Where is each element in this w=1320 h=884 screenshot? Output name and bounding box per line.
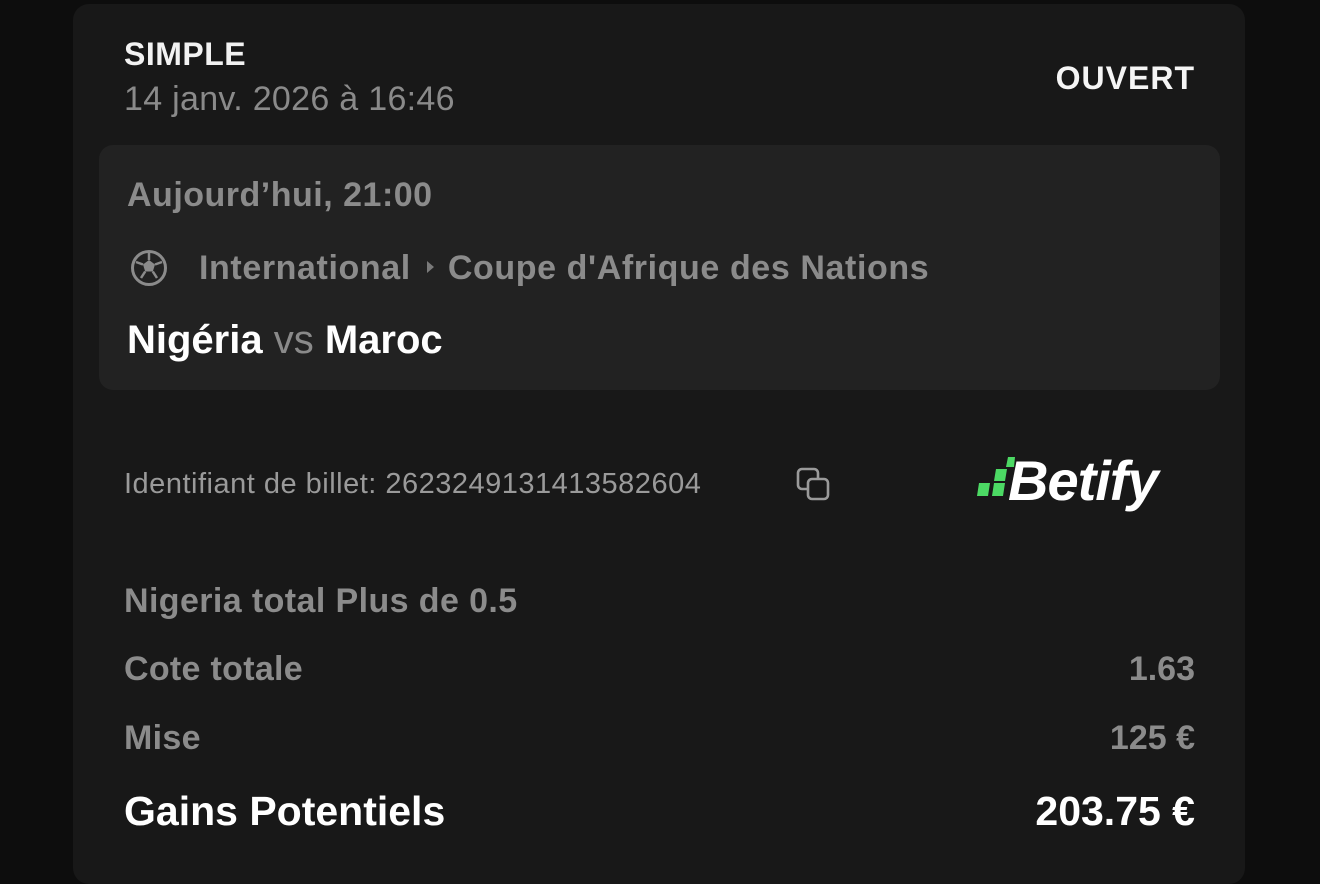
bet-type-label: SIMPLE bbox=[124, 36, 247, 72]
ticket-id: Identifiant de billet: 26232491314135826… bbox=[124, 468, 702, 500]
bet-slip-card bbox=[73, 4, 1245, 884]
copy-icon[interactable] bbox=[796, 467, 832, 503]
bet-placed-date: 14 janv. 2026 à 16:46 bbox=[124, 80, 455, 118]
event-breadcrumb: International Coupe d'Afrique des Nations bbox=[199, 249, 929, 288]
stake-value: 125 € bbox=[1109, 719, 1195, 757]
betify-logo-text: Betify bbox=[1008, 449, 1159, 512]
stake-label: Mise bbox=[124, 719, 201, 757]
odds-label: Cote totale bbox=[124, 650, 303, 688]
potential-winnings-label: Gains Potentiels bbox=[124, 788, 446, 834]
vs-separator: vs bbox=[273, 318, 314, 362]
bet-status-badge: OUVERT bbox=[1055, 60, 1195, 96]
soccer-ball-icon bbox=[131, 250, 167, 286]
selection-description: Nigeria total Plus de 0.5 bbox=[124, 582, 518, 620]
chevron-right-icon bbox=[426, 261, 434, 274]
event-time: Aujourd’hui, 21:00 bbox=[127, 176, 433, 214]
odds-value: 1.63 bbox=[1128, 650, 1195, 688]
event-teams: Nigéria vs Maroc bbox=[127, 318, 443, 363]
breadcrumb-competition[interactable]: Coupe d'Afrique des Nations bbox=[448, 249, 929, 287]
home-team: Nigéria bbox=[127, 318, 263, 362]
potential-winnings-value: 203.75 € bbox=[1035, 788, 1195, 834]
breadcrumb-category[interactable]: International bbox=[199, 249, 411, 287]
away-team: Maroc bbox=[324, 318, 443, 362]
